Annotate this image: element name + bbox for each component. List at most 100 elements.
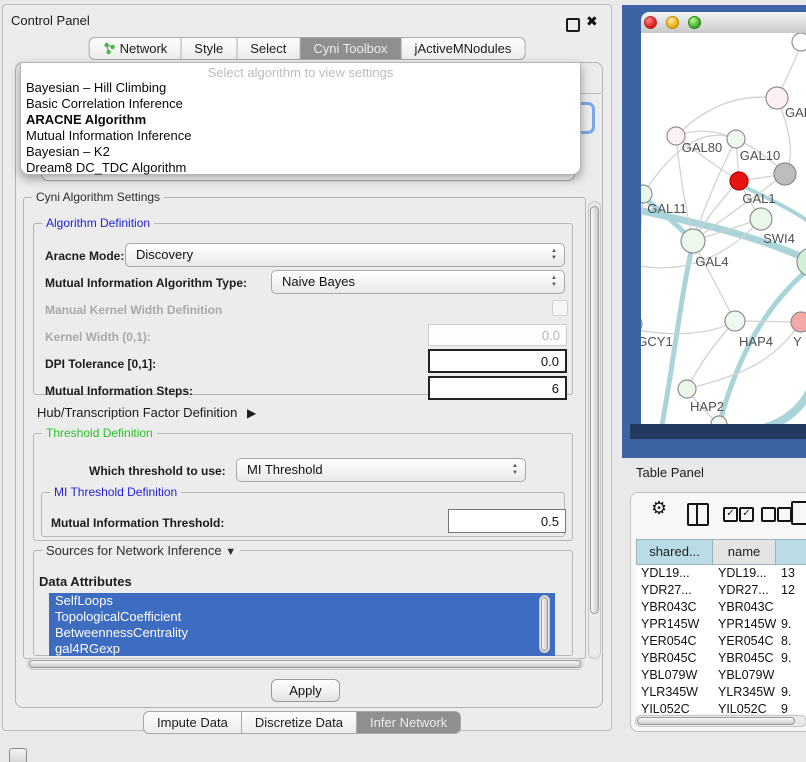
expanded-arrow-icon: ▼: [225, 546, 236, 558]
table-row[interactable]: YER054CYER054C8.: [636, 633, 806, 650]
aracne-mode-combobox[interactable]: Discovery ▲▼: [125, 243, 565, 267]
table-cell: YER054C: [713, 633, 776, 650]
float-window-icon[interactable]: [566, 18, 580, 32]
deselect-all-checkbox-icon[interactable]: [761, 507, 776, 522]
table-row[interactable]: YLR345WYLR345W9.: [636, 684, 806, 701]
network-edge[interactable]: [687, 321, 735, 389]
sources-title[interactable]: Sources for Network Inference ▼: [42, 543, 240, 558]
network-node[interactable]: [792, 33, 806, 51]
column-header[interactable]: [776, 539, 806, 565]
deselect-all-checkbox-icon[interactable]: [777, 507, 792, 522]
network-edge[interactable]: [693, 241, 735, 321]
mi-threshold-field[interactable]: [448, 509, 566, 533]
tab-style[interactable]: Style: [181, 37, 237, 60]
network-icon: [103, 42, 116, 55]
dpi-tolerance-label: DPI Tolerance [0,1]:: [45, 357, 156, 371]
tab-discretize-data[interactable]: Discretize Data: [242, 711, 357, 734]
data-attributes-label: Data Attributes: [39, 574, 132, 589]
network-node-label: GAL1: [742, 191, 775, 206]
network-edge[interactable]: [641, 321, 735, 334]
data-attributes-list[interactable]: SelfLoopsTopologicalCoefficientBetweenne…: [49, 593, 555, 656]
settings-scrollbar[interactable]: [588, 201, 601, 659]
close-panel-icon[interactable]: ✖: [586, 13, 598, 30]
attr-list-scrollbar[interactable]: [539, 595, 550, 653]
network-window-titlebar[interactable]: [641, 12, 806, 34]
table-row[interactable]: YDL19...YDL19...13: [636, 565, 806, 582]
column-header[interactable]: name: [713, 539, 776, 565]
table-cell: YBL079W: [713, 667, 776, 684]
table-panel-title: Table Panel: [636, 465, 704, 480]
focused-combobox-fragment[interactable]: [579, 102, 595, 134]
which-threshold-value: MI Threshold: [247, 462, 323, 477]
dpi-tolerance-field[interactable]: [428, 349, 567, 373]
table-row[interactable]: YDR27...YDR27...12: [636, 582, 806, 599]
control-panel-tabs: NetworkStyleSelectCyni ToolboxjActiveMNo…: [89, 37, 526, 60]
table-cell: YLR345W: [636, 684, 713, 701]
kernel-width-field[interactable]: [428, 324, 567, 346]
network-edge[interactable]: [676, 97, 777, 136]
close-traffic-icon[interactable]: [644, 16, 657, 29]
which-threshold-combobox[interactable]: MI Threshold ▲▼: [236, 458, 526, 482]
split-columns-icon[interactable]: [687, 503, 709, 526]
table-row[interactable]: YBR043CYBR043C: [636, 599, 806, 616]
dropdown-item[interactable]: Dream8 DC_TDC Algorithm: [21, 160, 580, 176]
table-h-scrollbar[interactable]: [635, 715, 806, 727]
attribute-item[interactable]: BetweennessCentrality: [49, 625, 555, 641]
table-row[interactable]: YBR045CYBR045C9.: [636, 650, 806, 667]
aracne-mode-label: Aracne Mode:: [45, 249, 124, 263]
network-node[interactable]: [711, 416, 727, 424]
attribute-item[interactable]: SelfLoops: [49, 593, 555, 609]
kernel-width-label: Kernel Width (0,1):: [45, 330, 151, 344]
tab-select[interactable]: Select: [237, 37, 300, 60]
group-border-fragment: [581, 93, 601, 94]
table-cell: YDL19...: [636, 565, 713, 582]
algorithm-dropdown-popup: Select algorithm to view settings Bayesi…: [20, 62, 581, 175]
column-header[interactable]: shared...: [636, 539, 713, 565]
network-node[interactable]: [681, 229, 705, 253]
network-node[interactable]: [727, 130, 745, 148]
dropdown-item[interactable]: Bayesian – Hill Climbing: [21, 80, 580, 96]
table-row[interactable]: YIL052CYIL052C9: [636, 701, 806, 713]
network-node[interactable]: [791, 312, 806, 332]
tab-jactivemnodules[interactable]: jActiveMNodules: [402, 37, 526, 60]
tab-network[interactable]: Network: [89, 37, 182, 60]
attribute-item[interactable]: TopologicalCoefficient: [49, 609, 555, 625]
mi-type-combobox[interactable]: Naive Bayes ▲▼: [271, 270, 565, 294]
apply-button[interactable]: Apply: [271, 679, 340, 702]
tab-infer-network[interactable]: Infer Network: [357, 711, 461, 734]
network-node[interactable]: [774, 163, 796, 185]
control-panel-window: Control Panel ✖ NetworkStyleSelectCyni T…: [2, 4, 612, 731]
network-node[interactable]: [730, 172, 748, 190]
tab-cyni-toolbox[interactable]: Cyni Toolbox: [300, 37, 401, 60]
network-node[interactable]: [750, 208, 772, 230]
network-node-label: GAL7: [785, 105, 806, 120]
table-row[interactable]: YPR145WYPR145W9.: [636, 616, 806, 633]
network-node-label: GAL10: [740, 148, 780, 163]
manual-kernel-checkbox[interactable]: [552, 300, 568, 316]
select-all-checkbox-icon[interactable]: ✓: [723, 507, 738, 522]
algorithm-definition-title: Algorithm Definition: [42, 216, 154, 230]
attribute-item[interactable]: gal4RGexp: [49, 641, 555, 656]
table-cell: YBR045C: [713, 650, 776, 667]
network-graph: GAL7GAL80GAL10GAL1GAL11SWI4GAL4GCY1HAP4Y…: [641, 33, 806, 424]
mi-steps-field[interactable]: [428, 376, 567, 400]
dropdown-item[interactable]: Mutual Information Inference: [21, 128, 580, 144]
select-all-checkbox-icon[interactable]: ✓: [739, 507, 754, 522]
dropdown-item[interactable]: Basic Correlation Inference: [21, 96, 580, 112]
network-edge[interactable]: [749, 389, 806, 424]
table-settings-gear-icon[interactable]: ⚙: [651, 498, 667, 519]
settings-h-scrollbar[interactable]: [27, 658, 583, 670]
hub-definition-toggle[interactable]: Hub/Transcription Factor Definition ▶: [37, 405, 256, 420]
tab-impute-data[interactable]: Impute Data: [143, 711, 242, 734]
network-node[interactable]: [725, 311, 745, 331]
collapsed-panel-icon[interactable]: [9, 748, 27, 762]
table-row[interactable]: YBL079WYBL079W: [636, 667, 806, 684]
minimize-traffic-icon[interactable]: [666, 16, 679, 29]
dropdown-item[interactable]: Bayesian – K2: [21, 144, 580, 160]
network-node[interactable]: [678, 380, 696, 398]
dropdown-item[interactable]: ARACNE Algorithm: [21, 112, 580, 128]
document-icon[interactable]: [791, 501, 806, 525]
zoom-traffic-icon[interactable]: [688, 16, 701, 29]
network-canvas[interactable]: GAL7GAL80GAL10GAL1GAL11SWI4GAL4GCY1HAP4Y…: [641, 33, 806, 424]
screen: Control Panel ✖ NetworkStyleSelectCyni T…: [0, 0, 806, 762]
